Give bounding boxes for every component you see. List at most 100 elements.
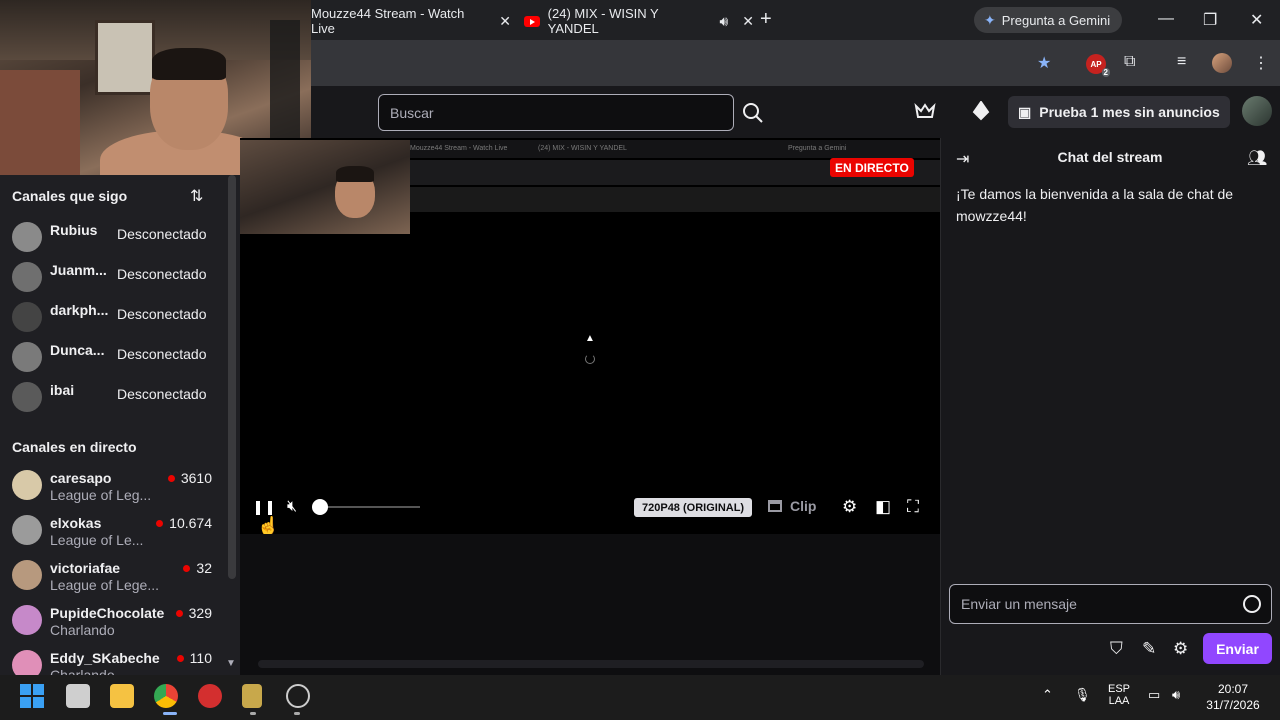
inner-tab-title: Mouzze44 Stream - Watch Live — [410, 145, 508, 152]
network-icon[interactable]: ▭ — [1148, 687, 1160, 703]
gemini-sparkle-icon: ✦ — [984, 11, 996, 28]
below-player-area — [240, 534, 940, 675]
league-of-legends-icon[interactable] — [242, 684, 262, 708]
theatre-mode-icon[interactable]: ◧ — [875, 497, 891, 517]
avatar — [12, 470, 42, 500]
tab-close-icon[interactable]: ✕ — [499, 13, 511, 30]
viewer-count: 32 — [183, 560, 212, 576]
channel-name: elxokas — [50, 515, 102, 531]
channel-name: victoriafae — [50, 560, 121, 576]
clock[interactable]: 20:07 31/7/2026 — [1200, 681, 1266, 713]
live-channel[interactable]: victoriafae League of Lege... 32 — [0, 556, 240, 596]
quality-badge: 720P48 (ORIGINAL) — [634, 498, 753, 517]
channel-name: PupideChocolate — [50, 605, 165, 621]
media-controls-icon[interactable]: ≡ — [1177, 53, 1186, 71]
bookmark-star-icon[interactable]: ★ — [1037, 53, 1051, 73]
channel-name: darkph... — [50, 302, 109, 318]
gear-icon[interactable]: ⚙ — [842, 497, 857, 517]
viewer-count: 3610 — [168, 470, 212, 486]
channel-game: League of Leg... — [50, 487, 152, 503]
channel-name: Rubius — [50, 222, 98, 238]
pen-icon[interactable]: ✎ — [1142, 639, 1156, 659]
app-indicator — [250, 712, 256, 715]
user-avatar[interactable] — [1242, 96, 1272, 126]
live-channel[interactable]: Eddy_SKabeche Charlando 110 — [0, 646, 240, 675]
live-channel[interactable]: caresapo League of Leg... 3610 — [0, 466, 240, 506]
channel-name: caresapo — [50, 470, 112, 486]
ad-free-icon: ▣ — [1018, 103, 1032, 120]
send-button[interactable]: Enviar — [1203, 633, 1272, 664]
search-icon — [743, 102, 763, 123]
avatar — [12, 222, 42, 252]
chrome-icon[interactable] — [154, 684, 178, 708]
pause-button[interactable] — [256, 500, 272, 516]
avatar — [12, 342, 42, 372]
ad-free-trial-button[interactable]: ▣ Prueba 1 mes sin anuncios — [1008, 96, 1230, 128]
channel-status: Desconectado — [117, 386, 207, 402]
close-window-button[interactable]: ✕ — [1250, 10, 1263, 30]
game-launcher-icon[interactable] — [198, 684, 222, 708]
chat-title: Chat del stream — [1057, 149, 1163, 165]
sidebar-scrollbar[interactable] — [228, 175, 236, 579]
channel-name: Juanm... — [50, 262, 107, 278]
followed-channels-heading: Canales que sigo — [12, 188, 128, 204]
chat-settings-icon[interactable]: ⚙ — [1173, 639, 1188, 659]
speaker-icon[interactable]: 🔊︎ — [719, 13, 728, 30]
sort-icon[interactable]: ⇅ — [190, 186, 203, 206]
clock-date: 31/7/2026 — [1206, 698, 1260, 712]
followed-channel[interactable]: Dunca... Desconectado — [0, 338, 240, 378]
chat-welcome-message: ¡Te damos la bienvenida a la sala de cha… — [956, 186, 1234, 224]
followed-channel[interactable]: ibai Desconectado — [0, 378, 240, 418]
search-button[interactable] — [734, 94, 772, 131]
microphone-icon[interactable]: 🎙︎ — [1074, 687, 1091, 703]
channel-game: Charlando — [50, 622, 115, 638]
gemini-button[interactable]: ✦ Pregunta a Gemini — [974, 7, 1123, 33]
windows-start-icon[interactable] — [20, 684, 44, 708]
followed-channel[interactable]: darkph... Desconectado — [0, 298, 240, 338]
crown-icon[interactable] — [914, 102, 936, 125]
mouse-cursor-icon: ▲ — [585, 333, 595, 344]
profile-avatar[interactable] — [1212, 53, 1232, 73]
volume-slider[interactable] — [320, 506, 420, 508]
emoji-icon[interactable] — [1243, 595, 1261, 613]
recursive-screen-header — [410, 187, 940, 212]
search-input[interactable]: Buscar — [378, 94, 734, 131]
browser-tab-youtube[interactable]: (24) MIX - WISIN Y YANDEL 🔊︎ ✕ — [524, 6, 754, 36]
scroll-down-icon[interactable]: ▼ — [226, 658, 236, 669]
chat-message-input[interactable]: Enviar un mensaje — [949, 584, 1272, 624]
browser-menu-icon[interactable]: ⋮ — [1253, 53, 1269, 73]
muted-speaker-icon[interactable]: 🔇︎ — [287, 498, 297, 516]
browser-tab-twitch[interactable]: Mouzze44 Stream - Watch Live ✕ — [311, 6, 511, 36]
player-controls — [240, 494, 940, 534]
tray-expand-icon[interactable]: ⌃ — [1042, 687, 1053, 703]
fullscreen-icon[interactable]: ⛶ — [907, 497, 919, 517]
avatar — [12, 262, 42, 292]
extension-icon[interactable]: AP 2 — [1086, 54, 1110, 77]
task-view-icon[interactable] — [66, 684, 90, 708]
clip-button[interactable]: Clip — [768, 498, 816, 514]
viewer-count: 110 — [177, 650, 212, 666]
file-explorer-icon[interactable] — [110, 684, 134, 708]
volume-slider-knob[interactable] — [312, 499, 328, 515]
channel-status: Desconectado — [117, 306, 207, 322]
tab-close-icon[interactable]: ✕ — [742, 13, 754, 30]
live-channel[interactable]: PupideChocolate Charlando 329 — [0, 601, 240, 641]
minimize-button[interactable]: — — [1158, 10, 1174, 28]
restore-button[interactable]: ❐ — [1203, 10, 1217, 30]
horizontal-scrollbar[interactable] — [258, 660, 924, 668]
live-channel[interactable]: elxokas League of Le... 10.674 — [0, 511, 240, 551]
community-users-icon[interactable]: 👥︎ — [1247, 148, 1267, 168]
followed-channel[interactable]: Rubius Desconectado — [0, 218, 240, 258]
volume-icon[interactable]: 🔊︎ — [1172, 687, 1180, 703]
avatar — [12, 605, 42, 635]
new-tab-button[interactable]: + — [760, 8, 772, 31]
obs-icon[interactable] — [286, 684, 310, 708]
youtube-icon — [524, 15, 540, 27]
bits-icon[interactable] — [972, 100, 990, 126]
channel-game: League of Le... — [50, 532, 144, 548]
language-indicator[interactable]: ESP LAA — [1104, 683, 1134, 707]
extensions-puzzle-icon[interactable]: ⧉ — [1124, 53, 1135, 71]
shield-icon[interactable]: ⛉ — [1110, 639, 1123, 659]
gemini-label: Pregunta a Gemini — [1001, 12, 1111, 28]
followed-channel[interactable]: Juanm... Desconectado — [0, 258, 240, 298]
